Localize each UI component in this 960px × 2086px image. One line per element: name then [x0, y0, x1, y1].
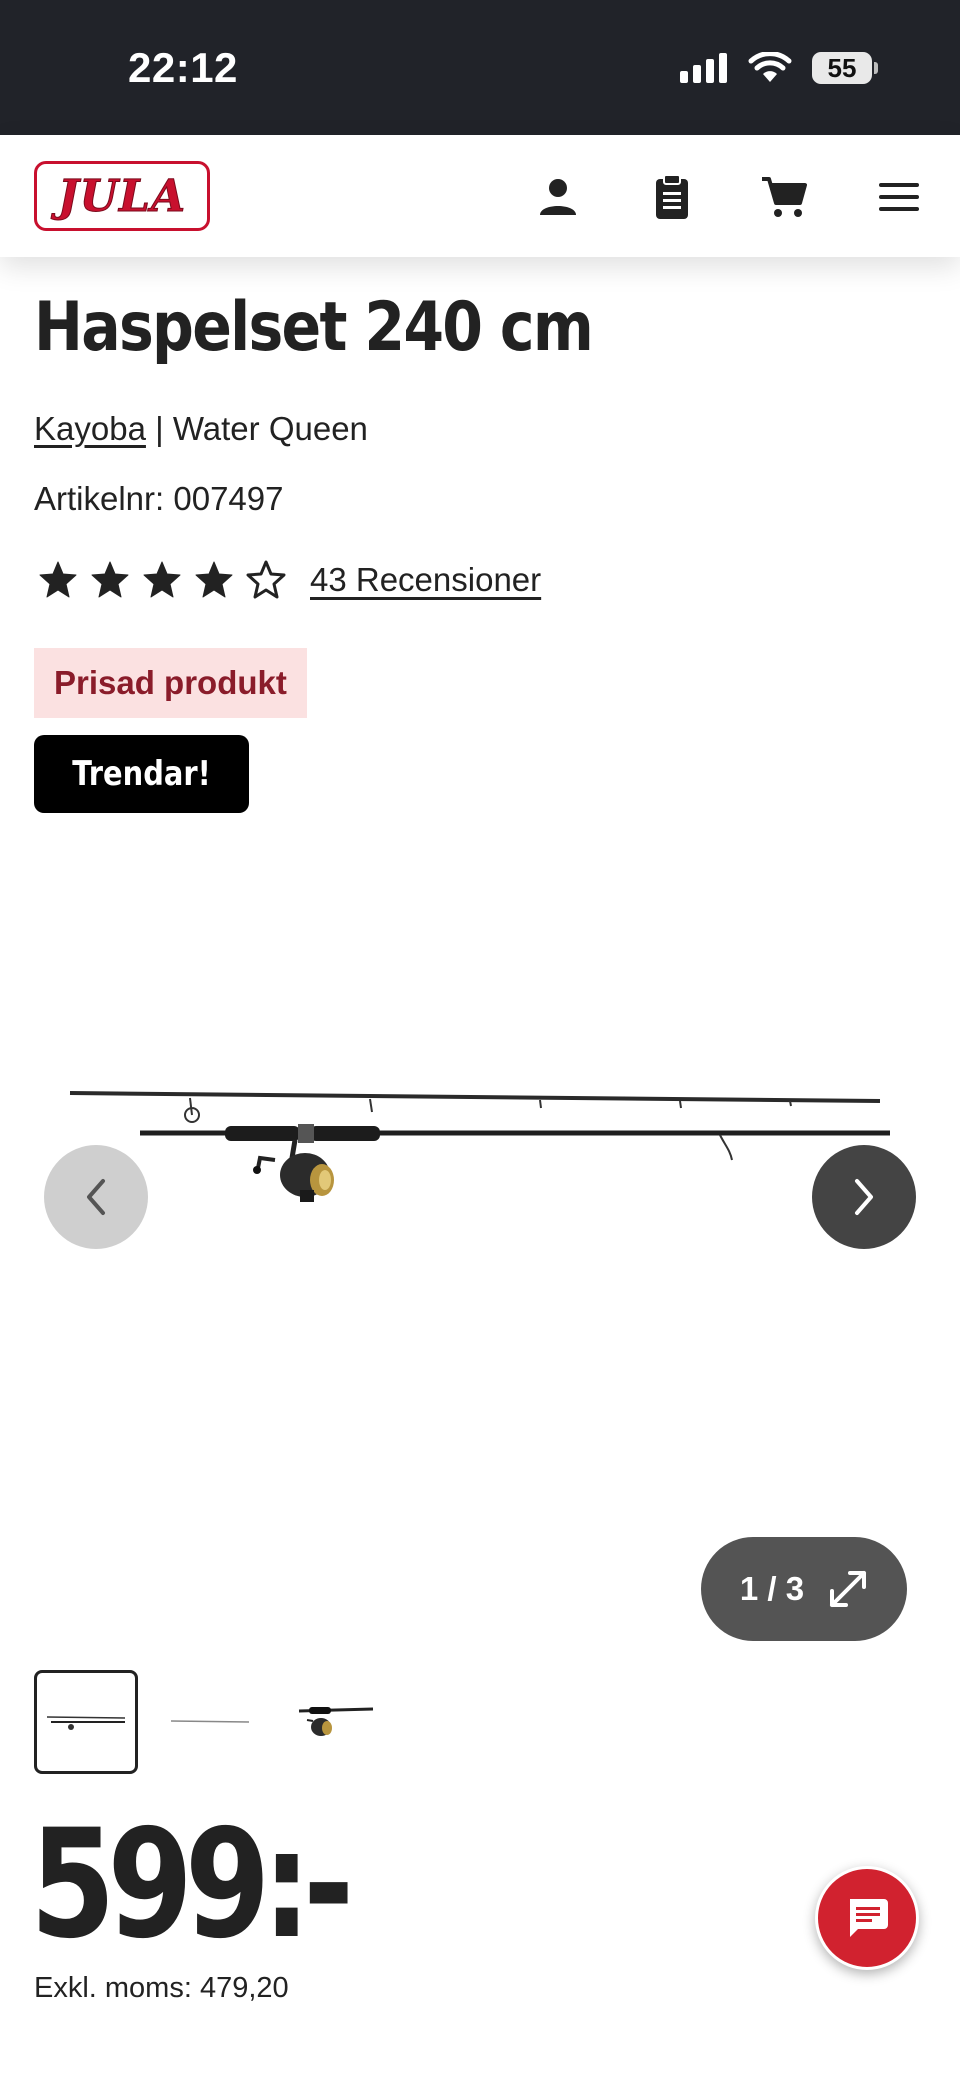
logo-text: JULA — [57, 170, 187, 222]
gallery-next-button[interactable] — [812, 1145, 916, 1249]
brand-separator: | — [145, 410, 173, 447]
battery-indicator: 55 — [812, 52, 878, 84]
product-price: 599:- — [30, 1798, 354, 1972]
cellular-signal-icon — [680, 53, 727, 83]
chat-icon — [850, 1899, 888, 1937]
chevron-left-icon — [87, 1179, 105, 1215]
chevron-right-icon — [855, 1179, 873, 1215]
cart-icon[interactable] — [760, 173, 808, 221]
article-number: Artikelnr: 007497 — [34, 480, 284, 517]
star-filled-icon — [143, 561, 181, 598]
status-time: 22:12 — [128, 44, 238, 91]
trend-badge: Trendar! — [34, 735, 250, 813]
star-filled-icon — [195, 561, 233, 598]
wifi-icon — [748, 52, 792, 82]
brand-link[interactable]: Kayoba — [34, 410, 146, 447]
expand-icon — [830, 1571, 867, 1607]
thumbnail-image-3 — [298, 1707, 374, 1736]
gallery-counter: 1 / 3 — [739, 1570, 805, 1607]
star-filled-icon — [39, 561, 77, 598]
clipboard-icon[interactable] — [648, 173, 696, 221]
product-gallery: 1 / 3 — [0, 840, 960, 1660]
rating-row: 43 Recensioner — [38, 560, 541, 600]
star-filled-icon — [91, 561, 129, 598]
series-name: Water Queen — [172, 410, 368, 447]
jula-logo[interactable]: JULA — [34, 161, 210, 231]
gallery-counter-expand[interactable]: 1 / 3 — [701, 1537, 907, 1641]
thumbnail-1[interactable] — [34, 1670, 138, 1774]
status-icons: 55 — [680, 52, 878, 84]
rating-stars — [38, 560, 286, 600]
thumbnail-2[interactable] — [158, 1670, 262, 1774]
menu-icon[interactable] — [875, 173, 923, 221]
thumbnail-3[interactable] — [282, 1670, 386, 1774]
thumbnail-image-1 — [46, 1716, 126, 1730]
trend-badge-label: Trendar! — [72, 754, 211, 794]
site-header: JULA — [0, 135, 960, 257]
product-title: Haspelset 240 cm — [34, 288, 594, 367]
reviews-link[interactable]: 43 Recensioner — [310, 561, 541, 599]
product-image[interactable] — [60, 1090, 900, 1230]
price-excl-vat: Exkl. moms: 479,20 — [34, 1972, 289, 2004]
account-icon[interactable] — [534, 173, 582, 221]
award-badge: Prisad produkt — [34, 648, 307, 718]
thumbnail-strip — [34, 1670, 386, 1774]
brand-line: Kayoba | Water Queen — [34, 410, 368, 448]
chat-button[interactable] — [815, 1866, 919, 1970]
gallery-prev-button[interactable] — [44, 1145, 148, 1249]
star-empty-icon — [246, 560, 286, 599]
thumbnail-image-2 — [170, 1720, 250, 1723]
status-bar: 22:12 55 — [0, 0, 960, 135]
